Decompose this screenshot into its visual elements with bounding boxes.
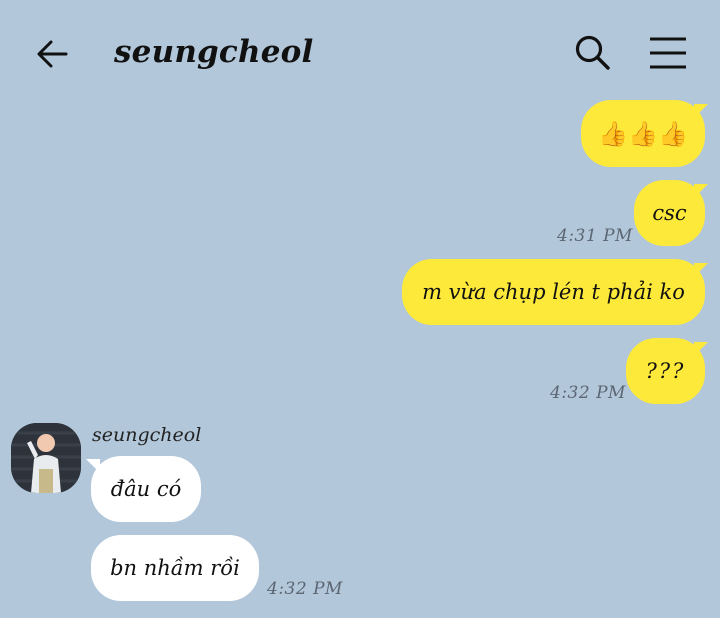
chat-header: seungcheol (0, 0, 720, 100)
message-bubble-incoming[interactable]: đâu có (91, 456, 201, 522)
bubble-tail (694, 342, 708, 356)
sender-name: seungcheol (92, 424, 202, 446)
message-timestamp: 4:32 PM (267, 579, 343, 599)
search-icon[interactable] (572, 32, 614, 74)
message-bubble-outgoing[interactable]: 👍👍👍 (581, 100, 705, 167)
avatar-photo (11, 423, 81, 493)
bubble-tail (86, 459, 100, 473)
message-timestamp: 4:32 PM (550, 383, 626, 403)
bubble-tail (694, 263, 708, 277)
bubble-tail (694, 184, 708, 198)
bubble-tail (694, 104, 708, 118)
message-timestamp: 4:31 PM (557, 226, 633, 246)
message-bubble-incoming[interactable]: bn nhầm rồi (91, 535, 259, 601)
back-arrow-icon[interactable] (32, 34, 72, 74)
menu-icon[interactable] (646, 34, 690, 72)
avatar[interactable] (11, 423, 81, 493)
chat-title: seungcheol (114, 34, 314, 70)
message-bubble-outgoing[interactable]: m vừa chụp lén t phải ko (402, 259, 705, 325)
